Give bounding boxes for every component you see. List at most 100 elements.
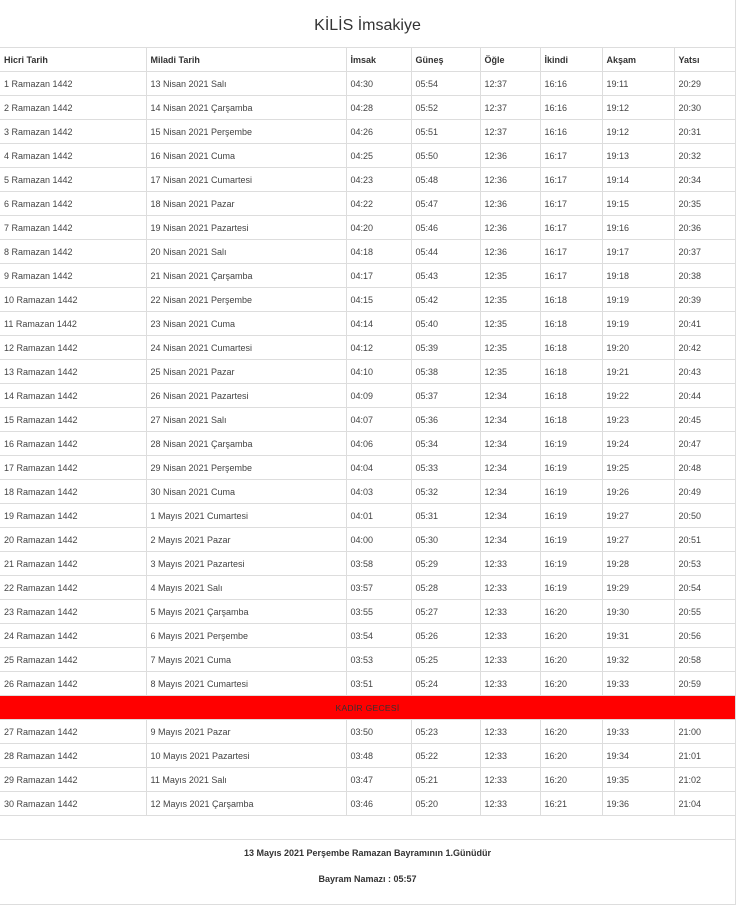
table-cell: 19:22 (601, 383, 674, 408)
bayram-note: 13 Mayıs 2021 Perşembe Ramazan Bayramını… (243, 848, 492, 858)
table-cell: 24 Nisan 2021 Cumartesi (145, 335, 346, 360)
table-row: 19 Ramazan 1442 1 Mayıs 2021 Cumartesi 04:… (0, 503, 735, 528)
table-cell: 19:13 (601, 143, 674, 168)
table-cell: 03:48 (345, 743, 411, 768)
table-cell: 05:40 (410, 311, 480, 336)
table-cell: 20:53 (673, 551, 735, 576)
table-cell: 2 Ramazan 1442 (0, 95, 146, 120)
table-row: 14 Ramazan 1442 26 Nisan 2021 Pazartesi 04… (0, 383, 735, 408)
table-cell: 18 Nisan 2021 Pazar (145, 191, 346, 216)
table-cell: 12:34 (479, 527, 540, 552)
table-cell: 16:18 (539, 335, 602, 360)
table-cell: 19:20 (601, 335, 674, 360)
table-cell: 20 Ramazan 1442 (0, 527, 146, 552)
table-cell: 16:19 (539, 479, 602, 504)
table-row: 13 Ramazan 1442 25 Nisan 2021 Pazar 04:10 0… (0, 359, 735, 384)
table-cell: 16:20 (539, 599, 602, 624)
table-row: 4 Ramazan 1442 16 Nisan 2021 Cuma 04:25 05:… (0, 143, 735, 168)
table-cell: 5 Mayıs 2021 Çarşamba (145, 599, 346, 624)
table-cell: 05:36 (410, 407, 480, 432)
table-cell: 12:35 (479, 263, 540, 288)
table-cell: 5 Ramazan 1442 (0, 167, 146, 192)
table-cell: 21:01 (673, 743, 735, 768)
table-cell: 12:36 (479, 239, 540, 264)
table-cell: 19:31 (601, 623, 674, 648)
table-cell: 19:17 (601, 239, 674, 264)
table-cell: 16:19 (539, 431, 602, 456)
table-cell: 4 Ramazan 1442 (0, 143, 146, 168)
table-cell: 04:07 (345, 407, 411, 432)
table-row: 21 Ramazan 1442 3 Mayıs 2021 Pazartesi 03:… (0, 551, 735, 576)
table-cell: 04:10 (345, 359, 411, 384)
table-cell: 04:25 (345, 143, 411, 168)
table-cell: 04:06 (345, 431, 411, 456)
table-cell: 04:17 (345, 263, 411, 288)
table-cell: 05:32 (410, 479, 480, 504)
table-cell: 16:20 (539, 743, 602, 768)
table-row: 16 Ramazan 1442 28 Nisan 2021 Çarşamba 04:… (0, 431, 735, 456)
table-cell: 12:37 (479, 71, 540, 96)
table-cell: 04:23 (345, 167, 411, 192)
table-cell: 05:51 (410, 119, 480, 144)
table-cell: 12:33 (479, 791, 540, 816)
table-body-after: 27 Ramazan 1442 9 Mayıs 2021 Pazar 03:50 05… (0, 719, 735, 816)
table-cell: 12:33 (479, 743, 540, 768)
table-cell: 15 Nisan 2021 Perşembe (145, 119, 346, 144)
imsakiye-table: Hicri Tarih Miladi Tarih İmsak Güneş Öğl… (0, 48, 735, 816)
table-cell: 12:33 (479, 599, 540, 624)
table-cell: 16:16 (539, 119, 602, 144)
table-cell: 05:28 (410, 575, 480, 600)
table-cell: 12:33 (479, 671, 540, 696)
table-cell: 26 Nisan 2021 Pazartesi (145, 383, 346, 408)
table-cell: 16:17 (539, 191, 602, 216)
table-cell: 03:57 (345, 575, 411, 600)
header-row: Hicri Tarih Miladi Tarih İmsak Güneş Öğl… (0, 48, 735, 72)
table-cell: 19:19 (601, 287, 674, 312)
table-cell: 16:20 (539, 719, 602, 744)
table-cell: 19:15 (601, 191, 674, 216)
table-cell: 12:34 (479, 479, 540, 504)
table-cell: 19:19 (601, 311, 674, 336)
table-cell: 30 Nisan 2021 Cuma (145, 479, 346, 504)
table-cell: 16:16 (539, 95, 602, 120)
table-cell: 28 Ramazan 1442 (0, 743, 146, 768)
table-cell: 04:12 (345, 335, 411, 360)
table-header: Hicri Tarih Miladi Tarih İmsak Güneş Öğl… (0, 48, 735, 72)
table-cell: 03:46 (345, 791, 411, 816)
table-cell: 20:37 (673, 239, 735, 264)
table-cell: 04:09 (345, 383, 411, 408)
table-cell: 05:44 (410, 239, 480, 264)
bayram-footer: 13 Mayıs 2021 Perşembe Ramazan Bayramını… (0, 846, 735, 886)
table-cell: 12:37 (479, 119, 540, 144)
table-cell: 30 Ramazan 1442 (0, 791, 146, 816)
table-cell: 12:34 (479, 383, 540, 408)
col-miladi-tarih: Miladi Tarih (145, 48, 346, 72)
table-cell: 16 Nisan 2021 Cuma (145, 143, 346, 168)
table-cell: 27 Nisan 2021 Salı (145, 407, 346, 432)
table-cell: 27 Ramazan 1442 (0, 719, 146, 744)
table-row: 23 Ramazan 1442 5 Mayıs 2021 Çarşamba 03:5… (0, 599, 735, 624)
table-cell: 20:29 (673, 71, 735, 96)
col-aksam: Akşam (601, 48, 674, 72)
table-spacer (0, 816, 735, 840)
table-cell: 12:33 (479, 647, 540, 672)
table-cell: 12:33 (479, 623, 540, 648)
table-cell: 10 Mayıs 2021 Pazartesi (145, 743, 346, 768)
table-cell: 20:45 (673, 407, 735, 432)
table-cell: 23 Ramazan 1442 (0, 599, 146, 624)
table-cell: 29 Ramazan 1442 (0, 767, 146, 792)
table-cell: 05:33 (410, 455, 480, 480)
table-cell: 16:17 (539, 143, 602, 168)
table-cell: 05:54 (410, 71, 480, 96)
table-row: 9 Ramazan 1442 21 Nisan 2021 Çarşamba 04:1… (0, 263, 735, 288)
table-cell: 04:20 (345, 215, 411, 240)
table-cell: 04:03 (345, 479, 411, 504)
table-row: 26 Ramazan 1442 8 Mayıs 2021 Cumartesi 03:… (0, 671, 735, 696)
table-cell: 05:22 (410, 743, 480, 768)
table-cell: 13 Ramazan 1442 (0, 359, 146, 384)
table-cell: 7 Mayıs 2021 Cuma (145, 647, 346, 672)
table-row: 15 Ramazan 1442 27 Nisan 2021 Salı 04:07 05… (0, 407, 735, 432)
table-cell: 16:16 (539, 71, 602, 96)
table-cell: 19:30 (601, 599, 674, 624)
table-cell: 05:27 (410, 599, 480, 624)
